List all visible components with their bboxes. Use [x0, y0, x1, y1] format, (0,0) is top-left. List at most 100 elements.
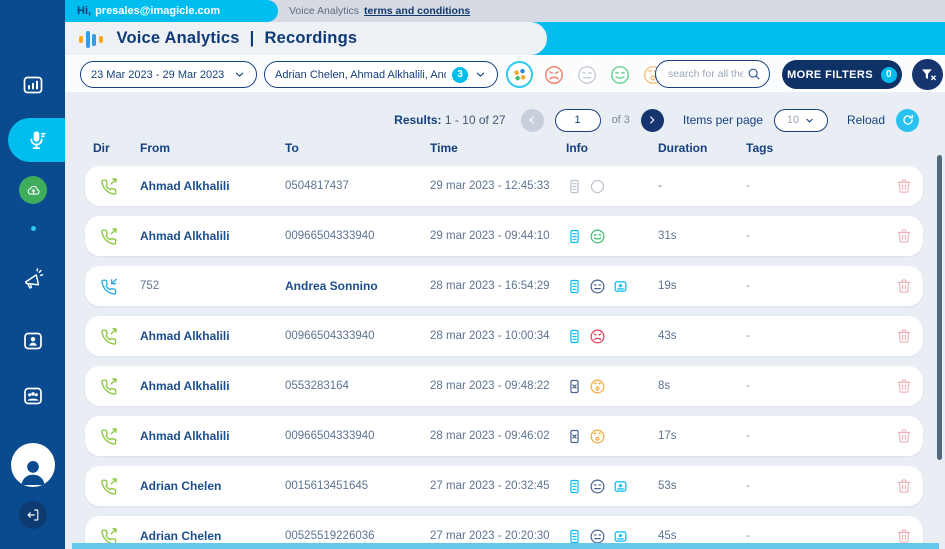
sidebar-item-recordings[interactable] [8, 118, 65, 162]
screen-recording-icon[interactable] [612, 478, 629, 495]
sad-sentiment-filter[interactable] [541, 62, 566, 87]
cell-to: 00525519226036 [285, 530, 430, 542]
search-icon[interactable] [747, 67, 761, 81]
neutral-sentiment-icon[interactable] [589, 478, 606, 495]
page-title: Recordings [264, 29, 357, 48]
recording-row[interactable]: Ahmad Alkhalili 00966504333940 29 mar 20… [85, 216, 923, 256]
sidebar-item-groups[interactable] [0, 383, 65, 409]
neutral-sentiment-icon [576, 64, 598, 86]
logout-button[interactable] [19, 501, 47, 529]
recording-row[interactable]: Ahmad Alkhalili 00966504333940 28 mar 20… [85, 316, 923, 356]
cell-duration: 17s [658, 430, 746, 442]
chevron-down-icon [804, 115, 815, 126]
sad-sentiment-icon [543, 64, 565, 86]
all-sentiments-filter[interactable] [506, 61, 533, 88]
sidebar-item-announcements[interactable] [0, 266, 65, 292]
delete-recording-icon[interactable] [896, 278, 912, 294]
user-greeting: Hi, presales@imagicle.com [65, 0, 278, 22]
no-sentiment-icon[interactable] [589, 178, 606, 195]
cell-from: Ahmad Alkhalili [140, 379, 285, 393]
cell-from: 752 [140, 280, 285, 292]
cell-actions [896, 478, 912, 494]
current-page-input[interactable] [555, 109, 601, 132]
next-page-button[interactable] [641, 109, 664, 132]
terms-bar: Voice Analytics terms and conditions [289, 0, 470, 22]
cell-duration: 45s [658, 530, 746, 542]
recording-row[interactable]: 752 Andrea Sonnino 28 mar 2023 - 16:54:2… [85, 266, 923, 306]
delete-recording-icon[interactable] [896, 528, 912, 544]
cell-info [566, 478, 658, 495]
horizontal-scrollbar[interactable] [72, 543, 939, 549]
title-separator: | [250, 29, 255, 48]
transcript-icon[interactable] [566, 478, 583, 495]
avatar-person-icon [14, 451, 52, 487]
sidebar-item-contacts[interactable] [0, 328, 65, 354]
cell-time: 27 mar 2023 - 20:20:30 [430, 530, 566, 542]
no-transcript-icon[interactable] [566, 428, 583, 445]
reload-button[interactable] [896, 109, 919, 132]
delete-recording-icon[interactable] [896, 328, 912, 344]
surprised-sentiment-icon[interactable] [589, 378, 606, 395]
transcript-icon[interactable] [566, 528, 583, 545]
date-range-value: 23 Mar 2023 - 29 Mar 2023 [91, 69, 224, 81]
cell-time: 28 mar 2023 - 09:48:22 [430, 380, 566, 392]
column-header-time: Time [430, 141, 566, 155]
items-per-page-value: 10 [787, 114, 799, 126]
sidebar-item-analytics[interactable] [0, 72, 65, 98]
terms-prefix: Voice Analytics [289, 5, 359, 17]
previous-page-button[interactable] [521, 109, 544, 132]
cell-time: 28 mar 2023 - 16:54:29 [430, 280, 566, 292]
page-header: Voice Analytics | Recordings [65, 22, 547, 55]
neutral-sentiment-icon[interactable] [589, 278, 606, 295]
transcript-icon[interactable] [566, 178, 583, 195]
happy-sentiment-filter[interactable] [607, 62, 632, 87]
pagination-bar: Results: 1 - 10 of 27 of 3 Items per pag… [85, 106, 919, 134]
vertical-scrollbar[interactable] [937, 155, 942, 460]
transcript-icon[interactable] [566, 278, 583, 295]
reload-icon [901, 113, 915, 127]
transcript-icon[interactable] [566, 228, 583, 245]
search-box [655, 60, 770, 88]
clear-filters-button[interactable] [912, 59, 943, 90]
sidebar [0, 0, 65, 549]
items-per-page-label: Items per page [683, 113, 763, 127]
happy-sentiment-icon[interactable] [589, 228, 606, 245]
items-per-page-dropdown[interactable]: 10 [774, 109, 828, 132]
neutral-sentiment-filter[interactable] [574, 62, 599, 87]
filter-bar: 23 Mar 2023 - 29 Mar 2023 Adrian Chelen,… [65, 55, 945, 92]
terms-and-conditions-link[interactable]: terms and conditions [364, 5, 470, 17]
delete-recording-icon[interactable] [896, 478, 912, 494]
user-avatar[interactable] [11, 443, 55, 487]
transcript-icon[interactable] [566, 328, 583, 345]
more-filters-button[interactable]: MORE FILTERS 0 [782, 60, 902, 89]
users-filter-value: Adrian Chelen, Ahmad Alkhalili, Andr... [275, 69, 446, 81]
recording-row[interactable]: Ahmad Alkhalili 00966504333940 28 mar 20… [85, 416, 923, 456]
delete-recording-icon[interactable] [896, 228, 912, 244]
users-filter-dropdown[interactable]: Adrian Chelen, Ahmad Alkhalili, Andr... … [264, 61, 498, 88]
recording-row[interactable]: Adrian Chelen 0015613451645 27 mar 2023 … [85, 466, 923, 506]
no-transcript-icon[interactable] [566, 378, 583, 395]
recording-row[interactable]: Ahmad Alkhalili 0553283164 28 mar 2023 -… [85, 366, 923, 406]
search-input[interactable] [668, 68, 743, 80]
all-sentiments-icon [510, 65, 530, 85]
delete-recording-icon[interactable] [896, 178, 912, 194]
outgoing-call-icon [99, 227, 118, 246]
delete-recording-icon[interactable] [896, 428, 912, 444]
results-label: Results: [394, 113, 441, 127]
screen-recording-icon[interactable] [612, 278, 629, 295]
recording-row[interactable]: Ahmad Alkhalili 0504817437 29 mar 2023 -… [85, 166, 923, 206]
screen-recording-icon[interactable] [612, 528, 629, 545]
outgoing-call-icon [99, 177, 118, 196]
neutral-sentiment-icon[interactable] [589, 528, 606, 545]
cell-tags: - [746, 430, 896, 442]
sidebar-item-upload[interactable] [19, 176, 47, 204]
sad-sentiment-icon[interactable] [589, 328, 606, 345]
cell-info [566, 228, 658, 245]
voice-analytics-logo-icon [79, 30, 103, 48]
cell-to: 0553283164 [285, 380, 430, 392]
voice-analytics-app: Hi, presales@imagicle.com Voice Analytic… [0, 0, 945, 549]
surprised-sentiment-icon[interactable] [589, 428, 606, 445]
cell-duration: - [658, 180, 746, 192]
delete-recording-icon[interactable] [896, 378, 912, 394]
date-range-dropdown[interactable]: 23 Mar 2023 - 29 Mar 2023 [80, 61, 257, 88]
